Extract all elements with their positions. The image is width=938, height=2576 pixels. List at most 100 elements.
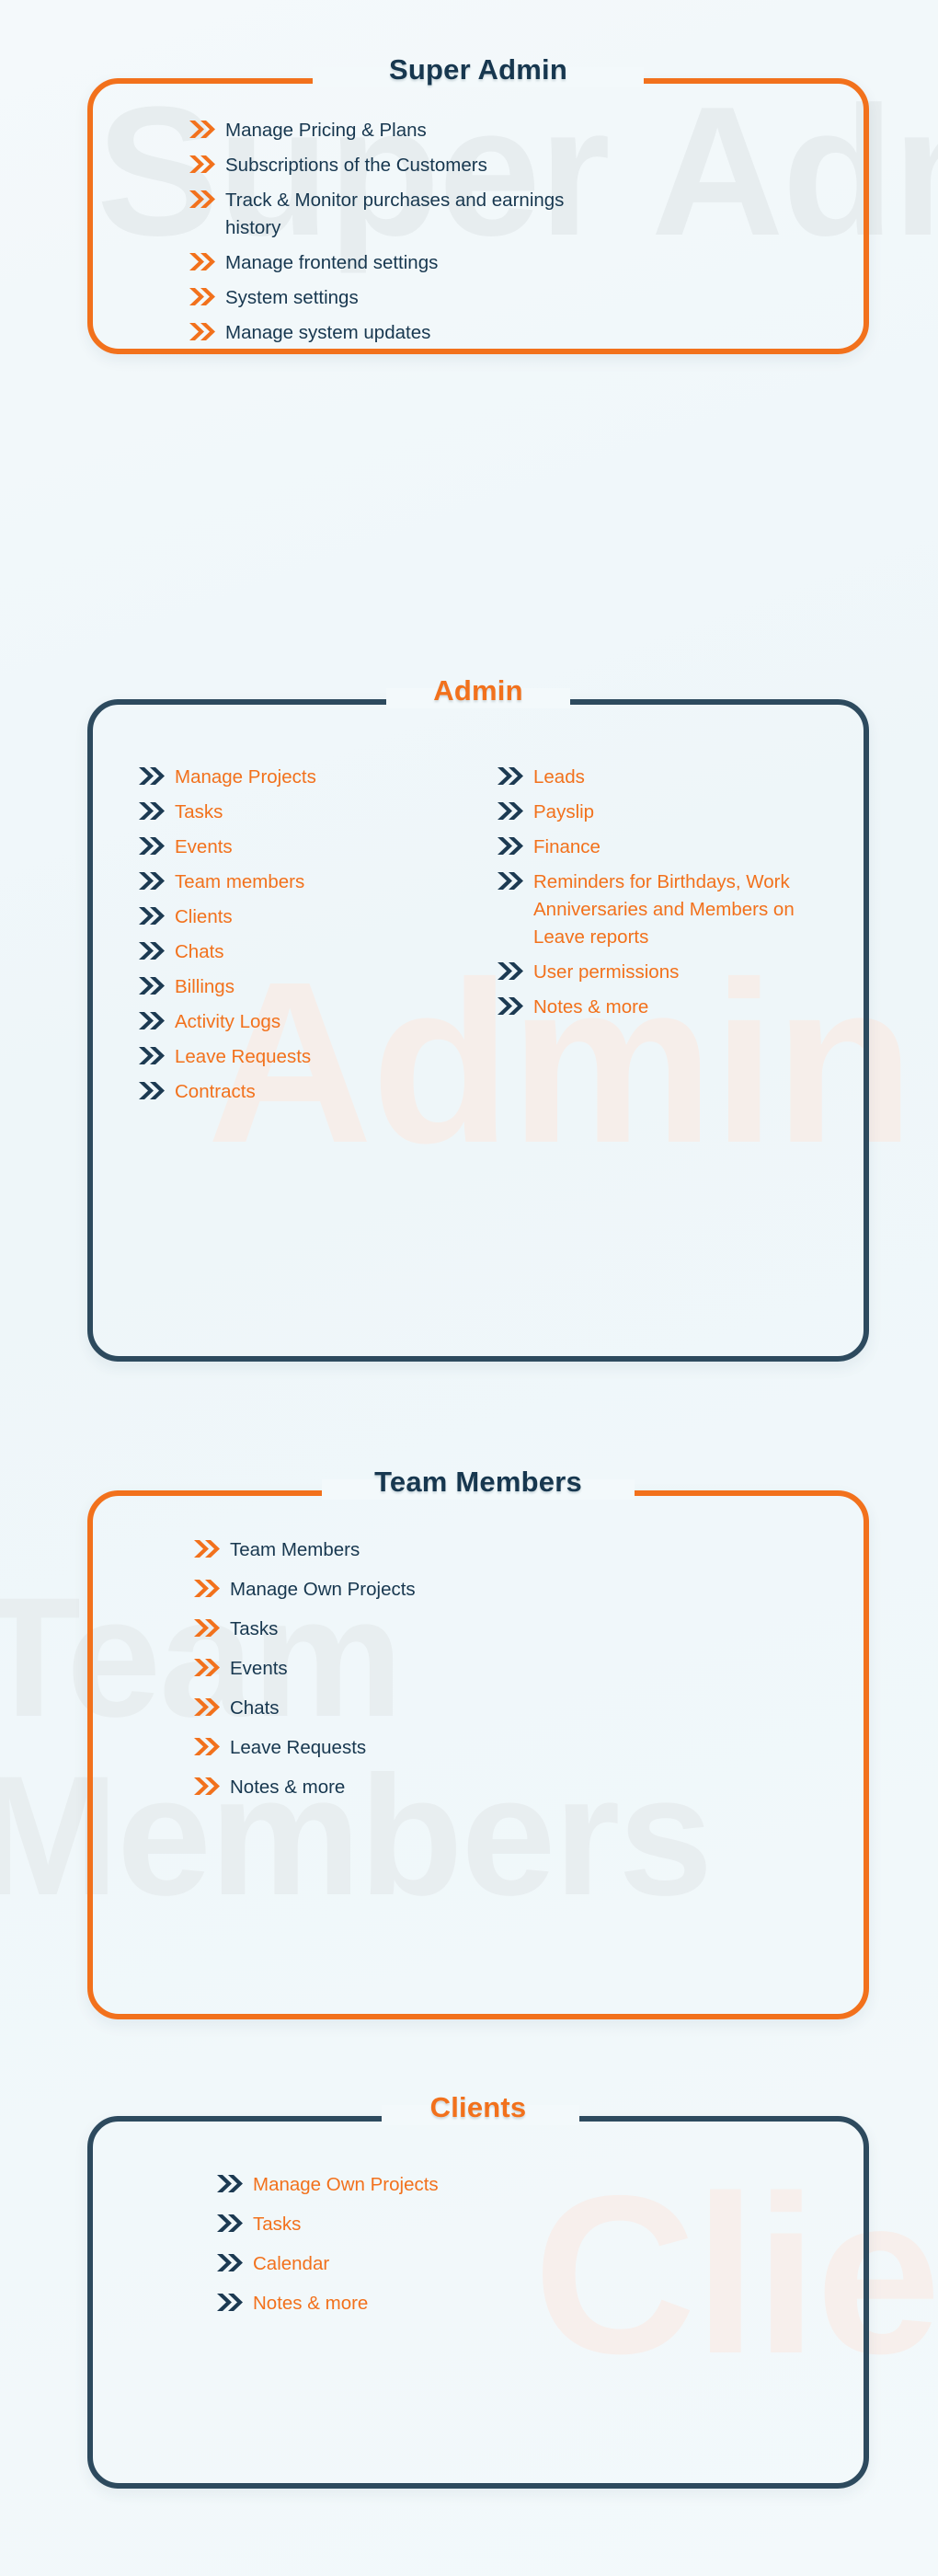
- list-item[interactable]: Leads: [497, 764, 828, 791]
- list-item-label: Manage Projects: [175, 766, 316, 788]
- double-chevron-right-icon: [189, 252, 216, 271]
- list-item[interactable]: Tasks: [193, 1616, 763, 1643]
- list-item-label: Calendar: [253, 2253, 330, 2274]
- list-item[interactable]: Events: [138, 834, 469, 861]
- double-chevron-right-icon: [138, 906, 166, 926]
- double-chevron-right-icon: [189, 155, 216, 174]
- double-chevron-right-icon: [497, 871, 524, 891]
- list-item[interactable]: Manage Own Projects: [216, 2171, 786, 2199]
- list-item[interactable]: Manage Own Projects: [193, 1576, 763, 1604]
- list-item-label: Team members: [175, 871, 305, 892]
- list-item[interactable]: Notes & more: [193, 1774, 763, 1801]
- double-chevron-right-icon: [216, 2293, 244, 2312]
- list-item[interactable]: Finance: [497, 834, 828, 861]
- list-item-label: Tasks: [253, 2214, 302, 2235]
- list-item[interactable]: Manage Projects: [138, 764, 469, 791]
- double-chevron-right-icon: [138, 976, 166, 995]
- card-clients: Clients Manage Own Projects Tasks Calend…: [87, 2091, 869, 2489]
- list-item-label: User permissions: [533, 961, 680, 983]
- double-chevron-right-icon: [138, 801, 166, 821]
- list-item[interactable]: Tasks: [216, 2211, 786, 2238]
- list-item-label: Notes & more: [253, 2293, 369, 2314]
- list-item[interactable]: Contracts: [138, 1078, 469, 1106]
- list-item[interactable]: Manage system updates: [189, 319, 759, 347]
- list-item[interactable]: Reminders for Birthdays, Work Anniversar…: [497, 868, 828, 951]
- list-item[interactable]: Subscriptions of the Customers: [189, 152, 759, 179]
- double-chevron-right-icon: [138, 1011, 166, 1030]
- double-chevron-right-icon: [193, 1539, 221, 1558]
- double-chevron-right-icon: [193, 1579, 221, 1598]
- list-item[interactable]: Tasks: [138, 799, 469, 826]
- admin-lists: Manage Projects Tasks Events Team member…: [138, 764, 837, 1113]
- list-item-label: Reminders for Birthdays, Work Anniversar…: [533, 871, 795, 948]
- list-item[interactable]: Billings: [138, 973, 469, 1001]
- list-item[interactable]: Events: [193, 1655, 763, 1683]
- list-item-label: Contracts: [175, 1081, 256, 1102]
- double-chevron-right-icon: [189, 322, 216, 341]
- double-chevron-right-icon: [189, 120, 216, 139]
- double-chevron-right-icon: [138, 941, 166, 960]
- card-title-super-admin: Super Admin: [389, 53, 567, 86]
- double-chevron-right-icon: [138, 871, 166, 891]
- list-item[interactable]: Leave Requests: [138, 1043, 469, 1071]
- list-item[interactable]: Chats: [193, 1695, 763, 1722]
- list-item[interactable]: Chats: [138, 938, 469, 966]
- double-chevron-right-icon: [216, 2174, 244, 2193]
- list-item[interactable]: Track & Monitor purchases and earnings h…: [189, 187, 759, 242]
- list-item-label: Tasks: [230, 1618, 279, 1639]
- list-item-label: Events: [175, 836, 233, 857]
- card-super-admin: Super Admin Manage Pricing & Plans Subsc…: [87, 53, 869, 354]
- double-chevron-right-icon: [497, 766, 524, 786]
- list-item-label: Manage Own Projects: [253, 2174, 439, 2195]
- double-chevron-right-icon: [189, 287, 216, 306]
- list-item-label: Chats: [175, 941, 224, 962]
- list-item-label: Billings: [175, 976, 234, 997]
- list-item[interactable]: Team Members: [193, 1536, 763, 1564]
- list-item[interactable]: Leave Requests: [193, 1734, 763, 1762]
- double-chevron-right-icon: [138, 836, 166, 856]
- super-admin-list: Manage Pricing & Plans Subscriptions of …: [189, 117, 759, 354]
- list-item-label: Activity Logs: [175, 1011, 281, 1032]
- list-item-label: Subscriptions of the Customers: [225, 155, 487, 176]
- list-item[interactable]: Calendar: [216, 2250, 786, 2278]
- list-item[interactable]: Team members: [138, 868, 469, 896]
- list-item-label: Events: [230, 1658, 288, 1679]
- list-item-label: Manage system updates: [225, 322, 431, 343]
- double-chevron-right-icon: [497, 961, 524, 981]
- list-item-label: Manage Own Projects: [230, 1579, 416, 1600]
- list-item-label: Manage frontend settings: [225, 252, 439, 273]
- double-chevron-right-icon: [497, 836, 524, 856]
- list-item-label: Manage Pricing & Plans: [225, 120, 427, 141]
- list-item[interactable]: Activity Logs: [138, 1008, 469, 1036]
- list-item-label: Clients: [175, 906, 233, 927]
- list-item-label: Track & Monitor purchases and earnings h…: [225, 190, 565, 238]
- double-chevron-right-icon: [189, 190, 216, 209]
- list-item-label: System settings: [225, 287, 359, 308]
- list-item[interactable]: Manage Pricing & Plans: [189, 117, 759, 144]
- list-item[interactable]: Notes & more: [497, 994, 828, 1021]
- admin-list-right: Leads Payslip Finance Reminders for Birt…: [497, 764, 828, 1113]
- list-item-label: Chats: [230, 1697, 280, 1719]
- card-title-admin: Admin: [433, 674, 523, 707]
- list-item[interactable]: User permissions: [497, 959, 828, 986]
- list-item[interactable]: Manage frontend settings: [189, 249, 759, 277]
- admin-list-left: Manage Projects Tasks Events Team member…: [138, 764, 469, 1113]
- list-item-label: Finance: [533, 836, 601, 857]
- list-item[interactable]: Payslip: [497, 799, 828, 826]
- list-item-label: Payslip: [533, 801, 595, 822]
- roles-infographic: Super Admin Super Admin Manage Pricing &…: [0, 0, 938, 2576]
- list-item[interactable]: System settings: [189, 284, 759, 312]
- list-item-label: Tasks: [175, 801, 223, 822]
- double-chevron-right-icon: [193, 1618, 221, 1638]
- card-team-members: Team Members Team Members Manage Own Pro…: [87, 1466, 869, 2019]
- double-chevron-right-icon: [216, 2214, 244, 2233]
- list-item-label: Leads: [533, 766, 585, 788]
- list-item[interactable]: Notes & more: [216, 2290, 786, 2317]
- double-chevron-right-icon: [497, 801, 524, 821]
- list-item-label: Team Members: [230, 1539, 360, 1560]
- list-item-label: Notes & more: [230, 1777, 346, 1798]
- double-chevron-right-icon: [138, 1046, 166, 1065]
- list-item[interactable]: Clients: [138, 903, 469, 931]
- team-members-list: Team Members Manage Own Projects Tasks E…: [193, 1536, 763, 1813]
- double-chevron-right-icon: [216, 2253, 244, 2272]
